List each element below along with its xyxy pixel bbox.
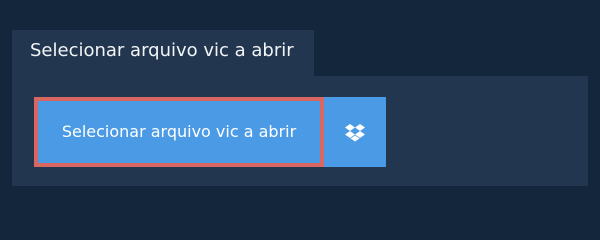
- dropbox-icon: [345, 124, 365, 142]
- select-file-button[interactable]: Selecionar arquivo vic a abrir: [34, 97, 324, 167]
- file-select-panel: Selecionar arquivo vic a abrir: [12, 76, 588, 186]
- dropbox-button[interactable]: [324, 97, 386, 167]
- file-select-tab[interactable]: Selecionar arquivo vic a abrir: [12, 30, 314, 78]
